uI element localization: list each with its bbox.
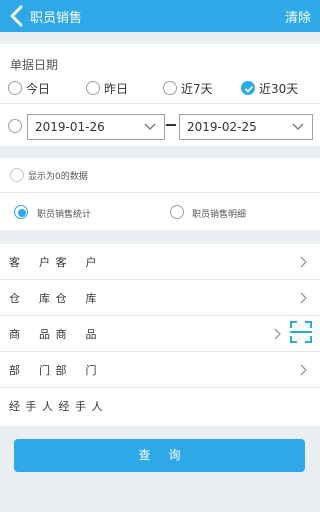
end-date-value: 2019-02-25 [187, 120, 257, 134]
page-title: 职员销售 [30, 11, 83, 26]
chevron-down-icon [292, 123, 304, 130]
chevron-right-icon [300, 292, 307, 304]
filter-row-warehouse[interactable]: 仓 库 仓 库 [0, 280, 320, 316]
back-arrow-icon[interactable] [6, 5, 28, 27]
top-bar: 职员销售 清除 [0, 0, 320, 32]
filter-label: 仓 库 仓 库 [9, 292, 98, 305]
show-zero-label: 显示为0的数据 [28, 172, 88, 182]
options-panel: 显示为0的数据 职员销售统计 职员销售明细 [0, 158, 320, 230]
radio-icon[interactable] [163, 81, 177, 95]
radio-icon[interactable] [10, 168, 24, 182]
radio-icon[interactable] [8, 81, 22, 95]
chevron-right-icon [274, 328, 281, 340]
filter-label: 部 门 部 门 [9, 364, 98, 377]
filter-panel: 客 户 客 户 仓 库 仓 库 商 品 商 品 部 门 部 门 经 手 人 经 … [0, 244, 320, 426]
chevron-right-icon [300, 364, 307, 376]
start-date-value: 2019-01-26 [35, 120, 105, 134]
end-date-field[interactable]: 2019-02-25 [179, 114, 313, 140]
divider [0, 192, 320, 193]
date-section-label: 单据日期 [10, 58, 59, 72]
date-range-dash [166, 124, 176, 126]
query-button[interactable]: 查询 [14, 439, 305, 472]
report-type-label: 职员销售明细 [192, 210, 247, 220]
divider [0, 103, 320, 104]
checked-radio-icon[interactable] [241, 81, 255, 95]
filter-label: 经 手 人 经 手 人 [9, 400, 104, 413]
chevron-down-icon [144, 123, 156, 130]
preset-label: 今日 [26, 82, 51, 96]
filter-label: 客 户 客 户 [9, 256, 98, 269]
chevron-right-icon [300, 256, 307, 268]
custom-range-radio[interactable] [8, 119, 22, 133]
radio-icon[interactable] [170, 205, 184, 219]
filter-row-handler[interactable]: 经 手 人 经 手 人 [0, 388, 320, 424]
radio-icon[interactable] [86, 81, 100, 95]
report-type-label: 职员销售统计 [37, 210, 92, 220]
preset-label: 昨日 [104, 82, 129, 96]
preset-label: 近30天 [259, 82, 299, 96]
scan-icon[interactable] [290, 321, 312, 343]
filter-row-product[interactable]: 商 品 商 品 [0, 316, 320, 352]
clear-button[interactable]: 清除 [285, 7, 311, 26]
filter-row-customer[interactable]: 客 户 客 户 [0, 244, 320, 280]
filter-row-department[interactable]: 部 门 部 门 [0, 352, 320, 388]
date-panel: 单据日期 今日 昨日 近7天 近30天 2019-01-26 2019-02-2… [0, 44, 320, 146]
filter-label: 商 品 商 品 [9, 328, 98, 341]
selected-radio-icon[interactable] [14, 205, 28, 219]
preset-label: 近7天 [181, 82, 213, 96]
start-date-field[interactable]: 2019-01-26 [27, 114, 165, 140]
